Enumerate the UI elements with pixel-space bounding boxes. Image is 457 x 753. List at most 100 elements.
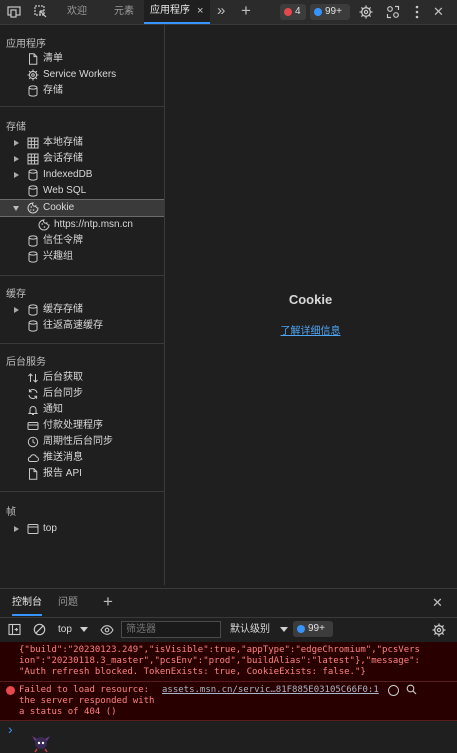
cookie-panel-title: Cookie xyxy=(288,292,333,307)
log-level-dropdown[interactable]: 默认级别 xyxy=(228,621,290,638)
sidebar-item-storage-overview[interactable]: 存储 xyxy=(0,83,164,99)
chevron-double-right-icon[interactable]: » xyxy=(217,2,225,19)
file-icon xyxy=(27,53,39,65)
section-cache: 缓存 xyxy=(6,289,26,300)
sidebar-item-cookie-origin[interactable]: https://ntp.msn.cn xyxy=(0,217,164,233)
gear-icon xyxy=(27,69,39,81)
tab-welcome[interactable]: 欢迎 xyxy=(67,0,87,24)
frame-icon xyxy=(27,523,39,535)
tab-close-icon[interactable]: × xyxy=(197,0,203,22)
section-storage: 存储 xyxy=(6,122,26,133)
table-icon xyxy=(27,137,39,149)
sidebar-toggle-icon[interactable] xyxy=(8,623,21,636)
sidebar-item-payment-handler[interactable]: 付款处理程序 xyxy=(0,418,164,434)
sidebar-item-label: https://ntp.msn.cn xyxy=(54,219,133,230)
eye-icon[interactable] xyxy=(100,624,114,636)
sidebar-item-cookie[interactable]: Cookie xyxy=(0,199,164,217)
sidebar-item-frame-top[interactable]: top xyxy=(0,521,164,537)
sidebar-item-cache-storage[interactable]: 缓存存储 xyxy=(0,302,164,318)
log-json-line: "Auth refresh blocked. TokenExists: true… xyxy=(19,667,366,677)
application-sidebar: 应用程序 清单 Service Workers 存储 存储 本地存储 会话存储 … xyxy=(0,25,165,585)
sync-icon xyxy=(27,388,39,400)
console-error-log: {"build":"20230123.249","isVisible":true… xyxy=(0,642,457,721)
credit-card-icon xyxy=(27,420,39,432)
sidebar-item-label: 本地存储 xyxy=(43,137,83,148)
database-icon xyxy=(27,185,39,197)
expand-arrow-icon[interactable] xyxy=(14,307,19,313)
sidebar-item-label: 缓存存储 xyxy=(43,304,83,315)
sidebar-item-label: 会话存储 xyxy=(43,153,83,164)
sidebar-item-background-fetch[interactable]: 后台获取 xyxy=(0,370,164,386)
sidebar-item-trust-tokens[interactable]: 信任令牌 xyxy=(0,233,164,249)
cookie-icon xyxy=(27,202,39,214)
divider xyxy=(0,491,164,492)
expand-arrow-icon[interactable] xyxy=(14,140,19,146)
log-level-label: 默认级别 xyxy=(230,624,270,635)
plus-icon[interactable]: + xyxy=(103,592,113,612)
database-icon xyxy=(27,169,39,181)
clear-console-icon[interactable] xyxy=(33,623,46,636)
network-request-icon[interactable] xyxy=(388,685,399,696)
error-circle-icon xyxy=(284,8,292,16)
context-selector-label: top xyxy=(58,624,72,635)
sidebar-item-service-workers[interactable]: Service Workers xyxy=(0,67,164,83)
prompt-chevron-icon: › xyxy=(8,721,13,737)
sidebar-item-label: Cookie xyxy=(43,202,75,213)
section-frames: 帧 xyxy=(6,507,16,518)
console-prompt[interactable]: › xyxy=(0,721,457,753)
device-emulation-icon[interactable] xyxy=(7,5,21,19)
devtools-tab-bar: 欢迎 元素 应用程序 × » + 4 99+ ✕ xyxy=(0,0,457,25)
close-icon[interactable]: ✕ xyxy=(433,4,444,20)
sidebar-item-label: 通知 xyxy=(43,404,63,415)
console-filter-input[interactable] xyxy=(121,621,221,638)
database-icon xyxy=(27,85,39,97)
sidebar-item-local-storage[interactable]: 本地存储 xyxy=(0,135,164,151)
learn-more-link[interactable]: 了解详细信息 xyxy=(164,322,457,337)
chevron-down-icon xyxy=(280,627,288,632)
database-icon xyxy=(27,235,39,247)
tab-elements[interactable]: 元素 xyxy=(114,0,134,24)
sidebar-item-interest-groups[interactable]: 兴趣组 xyxy=(0,249,164,265)
sidebar-item-back-forward-cache[interactable]: 往返高速缓存 xyxy=(0,318,164,334)
divider xyxy=(0,275,164,276)
sidebar-item-label: 信任令牌 xyxy=(43,235,83,246)
search-icon[interactable] xyxy=(406,684,417,695)
table-icon xyxy=(27,153,39,165)
expand-arrow-icon[interactable] xyxy=(14,156,19,162)
expand-arrow-icon[interactable] xyxy=(14,172,19,178)
mascot-sprite xyxy=(30,733,52,753)
close-icon[interactable]: ✕ xyxy=(432,595,443,611)
tab-issues[interactable]: 问题 xyxy=(58,589,78,616)
sidebar-item-reporting-api[interactable]: 报告 API xyxy=(0,466,164,482)
more-vertical-icon[interactable] xyxy=(414,5,420,19)
connections-icon[interactable] xyxy=(386,5,400,19)
tab-application[interactable]: 应用程序 × xyxy=(144,0,210,24)
sidebar-item-periodic-sync[interactable]: 周期性后台同步 xyxy=(0,434,164,450)
sidebar-item-label: 推送消息 xyxy=(43,452,83,463)
error-count-badge[interactable]: 4 xyxy=(280,4,306,20)
sidebar-item-session-storage[interactable]: 会话存储 xyxy=(0,151,164,167)
sidebar-item-web-sql[interactable]: Web SQL xyxy=(0,183,164,199)
sidebar-item-manifest[interactable]: 清单 xyxy=(0,51,164,67)
gear-icon[interactable] xyxy=(432,623,446,637)
issues-count-badge[interactable]: 99+ xyxy=(293,621,333,637)
plus-icon[interactable]: + xyxy=(241,1,251,21)
sidebar-item-label: 存储 xyxy=(43,85,63,96)
context-selector[interactable]: top xyxy=(54,621,92,638)
gear-icon[interactable] xyxy=(359,5,373,19)
database-icon xyxy=(27,251,39,263)
sidebar-item-push-messaging[interactable]: 推送消息 xyxy=(0,450,164,466)
sidebar-item-notifications[interactable]: 通知 xyxy=(0,402,164,418)
sidebar-item-label: 后台获取 xyxy=(43,372,83,383)
error-count: 4 xyxy=(295,6,301,17)
error-source-link[interactable]: assets.msn.cn/servic…81F885E03105C66F0:1 xyxy=(162,685,379,696)
sidebar-item-background-sync[interactable]: 后台同步 xyxy=(0,386,164,402)
console-drawer: 控制台 问题 + ✕ top 默认级别 99+ {"build":"202 xyxy=(0,588,457,753)
expand-arrow-icon[interactable] xyxy=(14,526,19,532)
inspect-icon[interactable] xyxy=(34,5,48,19)
collapse-arrow-icon[interactable] xyxy=(13,206,19,211)
sidebar-item-indexeddb[interactable]: IndexedDB xyxy=(0,167,164,183)
message-count-badge[interactable]: 99+ xyxy=(310,4,350,20)
bell-icon xyxy=(27,404,39,416)
tab-console[interactable]: 控制台 xyxy=(12,589,42,616)
